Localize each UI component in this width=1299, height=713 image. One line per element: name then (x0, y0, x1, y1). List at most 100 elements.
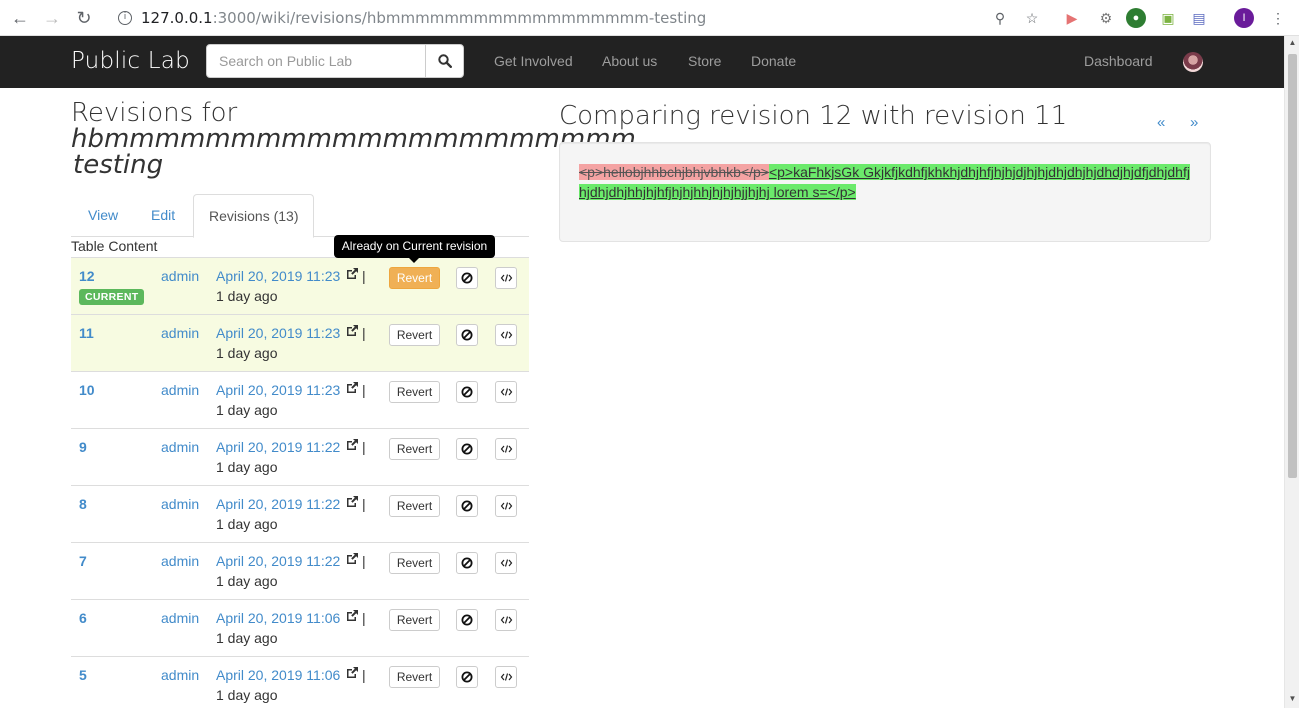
revert-button[interactable]: Revert (389, 438, 440, 460)
star-icon[interactable]: ☆ (1022, 8, 1042, 28)
revision-author-link[interactable]: admin (161, 496, 199, 512)
address-bar[interactable]: i 127.0.0.1:3000/wiki/revisions/hbmmmmmm… (108, 4, 978, 32)
revision-relative-time: 1 day ago (216, 687, 278, 703)
revision-relative-time: 1 day ago (216, 345, 278, 361)
spam-button[interactable] (456, 495, 478, 517)
nav-dashboard[interactable]: Dashboard (1084, 53, 1153, 69)
menu-icon[interactable]: ⋮ (1268, 8, 1288, 28)
nav-about-us[interactable]: About us (602, 53, 657, 69)
next-revision-link[interactable]: » (1190, 114, 1198, 131)
separator: | (362, 610, 366, 626)
extension-icon[interactable]: ● (1126, 8, 1146, 28)
diff-deleted-text: <p>hellobjhhbchjbhjvbhkb</p> (579, 164, 769, 180)
revert-button[interactable]: Revert (389, 609, 440, 631)
user-avatar[interactable] (1183, 52, 1203, 72)
revision-author-link[interactable]: admin (161, 667, 199, 683)
revision-number-link[interactable]: 9 (79, 439, 87, 455)
revert-button[interactable]: Revert (389, 666, 440, 688)
revision-date-link[interactable]: April 20, 2019 11:06 (216, 667, 340, 683)
spam-button[interactable] (456, 609, 478, 631)
previous-revision-link[interactable]: « (1157, 114, 1165, 131)
extension-icon[interactable]: ▣ (1158, 8, 1178, 28)
tab-revisions[interactable]: Revisions (13) (193, 194, 315, 238)
revision-date-link[interactable]: April 20, 2019 11:23 (216, 382, 340, 398)
revision-author-link[interactable]: admin (161, 382, 199, 398)
view-source-button[interactable] (495, 609, 517, 631)
revision-author-link[interactable]: admin (161, 610, 199, 626)
revision-author-link[interactable]: admin (161, 553, 199, 569)
revision-author-link[interactable]: admin (161, 439, 199, 455)
revert-button[interactable]: Revert (389, 324, 440, 346)
ban-icon (461, 557, 473, 569)
site-info-icon[interactable]: i (118, 11, 132, 25)
view-source-button[interactable] (495, 381, 517, 403)
revert-button[interactable]: Revert (389, 552, 440, 574)
spam-button[interactable] (456, 438, 478, 460)
revert-button[interactable]: Revert (389, 267, 440, 289)
revert-button[interactable]: Revert (389, 495, 440, 517)
spam-button[interactable] (456, 324, 478, 346)
page-scrollbar[interactable]: ▲ ▼ (1284, 36, 1299, 708)
nav-store[interactable]: Store (688, 53, 721, 69)
back-icon[interactable]: ← (8, 6, 32, 30)
search-button[interactable] (425, 44, 464, 78)
reload-icon[interactable]: ↻ (72, 6, 96, 30)
nav-get-involved[interactable]: Get Involved (494, 53, 573, 69)
external-link-icon[interactable] (345, 438, 359, 452)
revision-number-link[interactable]: 5 (79, 667, 87, 683)
external-link-icon[interactable] (345, 495, 359, 509)
url-host: 127.0.0.1 (141, 9, 213, 27)
translate-icon[interactable]: ▤ (1189, 8, 1209, 28)
view-source-button[interactable] (495, 495, 517, 517)
profile-avatar[interactable]: I (1234, 8, 1254, 28)
revision-number-link[interactable]: 6 (79, 610, 87, 626)
extension-icon[interactable]: ▶ (1062, 8, 1082, 28)
revision-date-link[interactable]: April 20, 2019 11:23 (216, 268, 340, 284)
view-source-button[interactable] (495, 666, 517, 688)
view-source-button[interactable] (495, 438, 517, 460)
external-link-icon[interactable] (345, 552, 359, 566)
revision-number-link[interactable]: 12 (79, 268, 95, 284)
key-icon[interactable]: ⚲ (990, 8, 1010, 28)
view-source-button[interactable] (495, 267, 517, 289)
tab-view[interactable]: View (73, 194, 133, 237)
separator: | (362, 325, 366, 341)
spam-button[interactable] (456, 381, 478, 403)
revision-date-link[interactable]: April 20, 2019 11:23 (216, 325, 340, 341)
spam-button[interactable] (456, 666, 478, 688)
spam-button[interactable] (456, 267, 478, 289)
extension-icon[interactable]: ⚙ (1096, 8, 1116, 28)
current-badge: CURRENT (79, 289, 145, 305)
brand-logo[interactable]: Public Lab (71, 48, 190, 74)
scroll-up-icon[interactable]: ▲ (1285, 36, 1299, 50)
external-link-icon[interactable] (345, 609, 359, 623)
revision-relative-time: 1 day ago (216, 516, 278, 532)
external-link-icon[interactable] (345, 324, 359, 338)
revision-relative-time: 1 day ago (216, 630, 278, 646)
view-source-button[interactable] (495, 552, 517, 574)
revision-date-link[interactable]: April 20, 2019 11:22 (216, 553, 340, 569)
revision-relative-time: 1 day ago (216, 573, 278, 589)
tab-edit[interactable]: Edit (136, 194, 190, 237)
external-link-icon[interactable] (345, 267, 359, 281)
code-icon (500, 388, 513, 396)
revision-author-link[interactable]: admin (161, 325, 199, 341)
search-input[interactable] (206, 44, 426, 78)
revision-number-link[interactable]: 11 (79, 325, 94, 341)
revision-author-link[interactable]: admin (161, 268, 199, 284)
revert-button[interactable]: Revert (389, 381, 440, 403)
revision-date-link[interactable]: April 20, 2019 11:22 (216, 439, 340, 455)
view-source-button[interactable] (495, 324, 517, 346)
external-link-icon[interactable] (345, 381, 359, 395)
external-link-icon[interactable] (345, 666, 359, 680)
scrollbar-thumb[interactable] (1288, 54, 1297, 478)
revision-number-link[interactable]: 7 (79, 553, 87, 569)
revision-date-link[interactable]: April 20, 2019 11:22 (216, 496, 340, 512)
nav-donate[interactable]: Donate (751, 53, 796, 69)
scroll-down-icon[interactable]: ▼ (1285, 692, 1299, 706)
revision-number-link[interactable]: 8 (79, 496, 87, 512)
forward-icon[interactable]: → (40, 6, 64, 30)
revision-number-link[interactable]: 10 (79, 382, 95, 398)
spam-button[interactable] (456, 552, 478, 574)
revision-date-link[interactable]: April 20, 2019 11:06 (216, 610, 340, 626)
